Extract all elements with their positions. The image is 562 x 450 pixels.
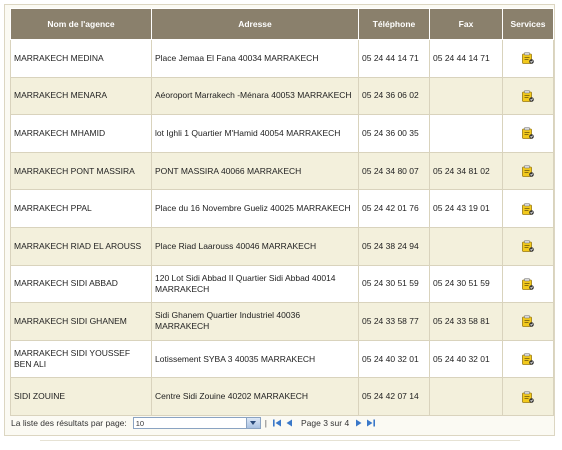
agency-address: Aéoroport Marrakech -Ménara 40053 MARRAK…: [151, 76, 359, 116]
agency-phone: 05 24 34 80 07: [358, 151, 430, 191]
divider: [40, 440, 520, 441]
services-cell: [502, 189, 554, 228]
agency-phone: 05 24 36 00 35: [358, 114, 430, 153]
agency-fax: [429, 377, 503, 416]
table-row: MARRAKECH SIDI YOUSSEF BEN ALI Lotissemen…: [10, 339, 554, 379]
services-cell: [502, 151, 554, 191]
header-services: Services: [502, 8, 554, 40]
chevron-down-icon[interactable]: [245, 418, 260, 428]
header-fax[interactable]: Fax: [429, 8, 503, 40]
agency-name: MARRAKECH SIDI GHANEM: [10, 302, 152, 341]
agency-fax: 05 24 43 19 01: [429, 189, 503, 228]
agency-address: lot Ighli 1 Quartier M'Hamid 40054 MARRA…: [151, 114, 359, 153]
page-size-label: La liste des résultats par page:: [11, 418, 127, 428]
agency-fax: 05 24 40 32 01: [429, 339, 503, 379]
agency-name: MARRAKECH SIDI ABBAD: [10, 264, 152, 304]
first-page-icon[interactable]: [272, 418, 282, 428]
agency-phone: 05 24 44 14 71: [358, 39, 430, 78]
pagination-bar: La liste des résultats par page: 10 | Pa…: [11, 414, 551, 432]
agency-fax: [429, 114, 503, 153]
agency-name: MARRAKECH PPAL: [10, 189, 152, 228]
services-icon[interactable]: [521, 314, 535, 328]
agency-address: PONT MASSIRA 40066 MARRAKECH: [151, 151, 359, 191]
agency-table: Nom de l'agence Adresse Téléphone Fax Se…: [10, 8, 554, 416]
table-row: MARRAKECH MEDINA Place Jemaa El Fana 4003…: [10, 39, 554, 78]
services-icon[interactable]: [521, 126, 535, 140]
agency-name: MARRAKECH SIDI YOUSSEF BEN ALI: [10, 339, 152, 379]
agency-list-panel: Nom de l'agence Adresse Téléphone Fax Se…: [4, 4, 555, 436]
agency-address: Centre Sidi Zouine 40202 MARRAKECH: [151, 377, 359, 416]
table-header-row: Nom de l'agence Adresse Téléphone Fax Se…: [10, 8, 554, 40]
table-row: MARRAKECH SIDI GHANEM Sidi Ghanem Quartie…: [10, 302, 554, 341]
table-row: MARRAKECH RIAD EL AROUSS Place Riad Laaro…: [10, 226, 554, 266]
next-page-icon[interactable]: [354, 418, 364, 428]
page-size-value: 10: [135, 419, 145, 428]
services-cell: [502, 264, 554, 304]
agency-name: MARRAKECH MENARA: [10, 76, 152, 116]
table-row: MARRAKECH PPAL Place du 16 Novembre Gueli…: [10, 189, 554, 228]
agency-phone: 05 24 40 32 01: [358, 339, 430, 379]
agency-fax: [429, 226, 503, 266]
table-row: MARRAKECH SIDI ABBAD 120 Lot Sidi Abbad I…: [10, 264, 554, 304]
agency-phone: 05 24 42 07 14: [358, 377, 430, 416]
agency-address: Place Riad Laarouss 40046 MARRAKECH: [151, 226, 359, 266]
header-agency-name[interactable]: Nom de l'agence: [10, 8, 152, 40]
services-cell: [502, 39, 554, 78]
agency-address: 120 Lot Sidi Abbad II Quartier Sidi Abba…: [151, 264, 359, 304]
services-icon[interactable]: [521, 390, 535, 404]
agency-address: Lotissement SYBA 3 40035 MARRAKECH: [151, 339, 359, 379]
agency-fax: 05 24 33 58 81: [429, 302, 503, 341]
agency-phone: 05 24 42 01 76: [358, 189, 430, 228]
agency-address: Place Jemaa El Fana 40034 MARRAKECH: [151, 39, 359, 78]
agency-name: MARRAKECH MHAMID: [10, 114, 152, 153]
previous-page-icon[interactable]: [284, 418, 294, 428]
services-icon[interactable]: [521, 164, 535, 178]
table-row: MARRAKECH MHAMID lot Ighli 1 Quartier M'H…: [10, 114, 554, 153]
services-icon[interactable]: [521, 202, 535, 216]
agency-fax: 05 24 34 81 02: [429, 151, 503, 191]
agency-phone: 05 24 38 24 94: [358, 226, 430, 266]
page-size-select[interactable]: 10: [132, 417, 261, 429]
header-address[interactable]: Adresse: [151, 8, 359, 40]
services-icon[interactable]: [521, 89, 535, 103]
agency-address: Sidi Ghanem Quartier Industriel 40036 MA…: [151, 302, 359, 341]
services-icon[interactable]: [521, 51, 535, 65]
header-phone[interactable]: Téléphone: [358, 8, 430, 40]
services-cell: [502, 377, 554, 416]
services-cell: [502, 76, 554, 116]
agency-name: MARRAKECH MEDINA: [10, 39, 152, 78]
services-icon[interactable]: [521, 239, 535, 253]
agency-phone: 05 24 30 51 59: [358, 264, 430, 304]
last-page-icon[interactable]: [366, 418, 376, 428]
services-cell: [502, 114, 554, 153]
agency-phone: 05 24 36 06 02: [358, 76, 430, 116]
agency-name: MARRAKECH PONT MASSIRA: [10, 151, 152, 191]
pager-separator: |: [264, 418, 267, 428]
services-cell: [502, 226, 554, 266]
services-icon[interactable]: [521, 277, 535, 291]
agency-fax: 05 24 30 51 59: [429, 264, 503, 304]
agency-name: SIDI ZOUINE: [10, 377, 152, 416]
page-indicator: Page 3 sur 4: [300, 418, 350, 428]
agency-phone: 05 24 33 58 77: [358, 302, 430, 341]
services-cell: [502, 302, 554, 341]
agency-address: Place du 16 Novembre Gueliz 40025 MARRAK…: [151, 189, 359, 228]
table-row: MARRAKECH MENARA Aéoroport Marrakech -Mén…: [10, 76, 554, 116]
services-icon[interactable]: [521, 352, 535, 366]
table-row: MARRAKECH PONT MASSIRA PONT MASSIRA 40066…: [10, 151, 554, 191]
services-cell: [502, 339, 554, 379]
agency-fax: [429, 76, 503, 116]
table-row: SIDI ZOUINE Centre Sidi Zouine 40202 MARR…: [10, 377, 554, 416]
agency-name: MARRAKECH RIAD EL AROUSS: [10, 226, 152, 266]
agency-fax: 05 24 44 14 71: [429, 39, 503, 78]
